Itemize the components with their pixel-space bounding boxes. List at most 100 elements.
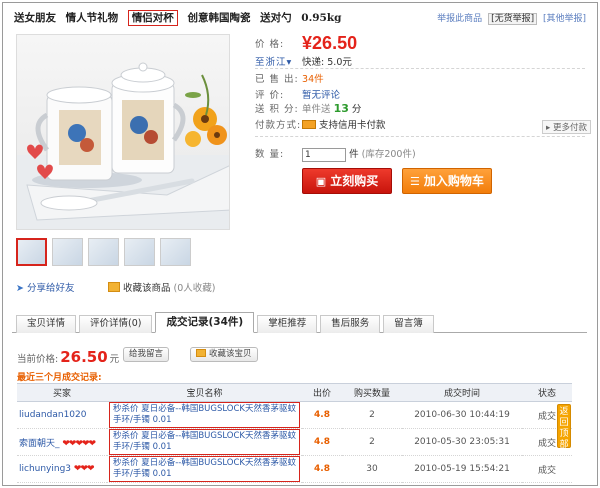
current-price: 当前价格: 26.50 元 [17, 348, 119, 366]
divider [255, 136, 585, 137]
collect-item-label: 收藏该宝贝 [209, 349, 252, 359]
back-to-top-button[interactable]: 返回顶部 [557, 404, 571, 450]
tab-recommend[interactable]: 掌柜推荐 [257, 315, 318, 333]
buy-now-label: 立刻购买 [330, 174, 379, 188]
cart-icon: ▣ [315, 175, 327, 188]
collect-count: (0人收藏) [173, 283, 216, 294]
table-row: 索面朝天_ ❤❤❤❤❤ 秒杀价 夏日必备--韩国BUGSLOCK天然香茅驱蚊手环… [17, 428, 572, 456]
report-other-link[interactable]: [其他举报] [543, 14, 586, 24]
quantity-label: 数 量: [255, 149, 285, 160]
table-row: liudandan1020 秒杀价 夏日必备--韩国BUGSLOCK天然香茅驱蚊… [17, 401, 572, 429]
collect-item-button[interactable]: 收藏该宝贝 [190, 347, 258, 362]
transaction-table: 买家 宝贝名称 出价 购买数量 成交时间 状态 liudandan1020 秒杀… [17, 383, 572, 483]
mug-illustration [17, 62, 229, 229]
basket-icon: ☰ [410, 175, 420, 188]
rating-value[interactable]: 暂无评论 [302, 90, 340, 101]
buyer-name[interactable]: 索面朝天_ [19, 439, 60, 449]
star-icon [196, 349, 206, 357]
buy-quantity: 2 [342, 401, 402, 429]
product-link[interactable]: 秒杀价 夏日必备--韩国BUGSLOCK天然香茅驱蚊手环/手镯 0.01 [109, 429, 300, 455]
points-label: 送 积 分: [255, 104, 299, 115]
sold-label: 已 售 出: [255, 74, 299, 85]
quantity-unit: 件 [349, 149, 359, 160]
title-segment: 送对勺 [260, 12, 292, 24]
buyer-rank-icon: ❤❤❤❤❤ [62, 438, 96, 449]
share-icon: ➤ [16, 283, 24, 294]
add-to-cart-button[interactable]: ☰ 加入购物车 [402, 168, 492, 194]
product-title: 送女朋友 情人节礼物 情侣对杯 创意韩国陶瓷 送对勺 0.95kg [14, 10, 347, 26]
thumbnail-3[interactable] [88, 238, 119, 266]
stock-count: (库存200件) [361, 149, 416, 160]
title-highlight: 情侣对杯 [127, 10, 178, 26]
price-row: 价 格: ¥26.50 [255, 33, 357, 54]
ship-region-label: 至浙江 [255, 57, 287, 68]
buyer-name[interactable]: lichunying3 [19, 464, 71, 474]
thumbnail-strip [16, 238, 191, 266]
share-link[interactable]: ➤ 分享给好友 [16, 280, 74, 294]
chevron-down-icon: ▾ [286, 57, 293, 68]
payment-value: 支持信用卡付款 [319, 120, 386, 131]
deal-time: 2010-06-30 10:44:19 [402, 401, 522, 429]
contact-seller-button[interactable]: 给我留言 [123, 347, 170, 362]
detail-tabs: 宝贝详情 评价详情(0) 成交记录(34件) 掌柜推荐 售后服务 留言簿 [12, 312, 587, 333]
collect-label: 收藏该商品 [123, 283, 171, 294]
shipping-row: 至浙江▾ 快递: 5.0元 [255, 54, 352, 68]
main-product-image[interactable] [16, 34, 230, 230]
sold-row: 已 售 出: 34件 [255, 71, 324, 85]
recent-records-title: 最近三个月成交记录: [17, 373, 102, 383]
title-segment: 创意韩国陶瓷 [187, 12, 251, 24]
report-links: 举报此商品 [无货举报] [其他举报] [434, 11, 586, 25]
buy-quantity: 30 [342, 455, 402, 483]
ship-region-select[interactable]: 至浙江▾ [255, 54, 299, 68]
tab-details[interactable]: 宝贝详情 [16, 315, 77, 333]
deal-time: 2010-05-19 15:54:21 [402, 455, 522, 483]
title-weight: 0.95kg [301, 12, 342, 24]
credit-card-icon [302, 120, 317, 129]
price-label: 价 格: [255, 39, 285, 50]
title-segment: 情人节礼物 [65, 12, 119, 24]
buyer-name[interactable]: liudandan1020 [19, 410, 86, 420]
ship-fee: 快递: 5.0元 [302, 57, 352, 68]
buy-quantity: 2 [342, 428, 402, 456]
payment-label: 付款方式: [255, 120, 302, 131]
thumbnail-2[interactable] [52, 238, 83, 266]
col-bid: 出价 [302, 383, 342, 402]
bid-price: 4.8 [302, 455, 342, 483]
current-price-value: 26.50 [60, 348, 108, 366]
col-buyer: 买家 [17, 383, 107, 402]
quantity-row: 数 量: 1 件 (库存200件) [255, 146, 416, 162]
bid-price: 4.8 [302, 401, 342, 429]
report-out-of-stock-button[interactable]: [无货举报] [488, 13, 538, 25]
points-row: 送 积 分: 单件送 13 分 [255, 101, 361, 115]
more-payment-button[interactable]: ▸ 更多付款 [542, 120, 591, 134]
col-time: 成交时间 [402, 383, 522, 402]
product-link[interactable]: 秒杀价 夏日必备--韩国BUGSLOCK天然香茅驱蚊手环/手镯 0.01 [109, 456, 300, 482]
table-row: lichunying3 ❤❤❤ 秒杀价 夏日必备--韩国BUGSLOCK天然香茅… [17, 455, 572, 483]
col-product: 宝贝名称 [107, 383, 302, 402]
title-segment: 送女朋友 [14, 12, 56, 24]
sold-value: 34件 [302, 74, 324, 85]
deal-status: 成交 [522, 455, 572, 483]
product-link[interactable]: 秒杀价 夏日必备--韩国BUGSLOCK天然香茅驱蚊手环/手镯 0.01 [109, 402, 300, 428]
thumbnail-4[interactable] [124, 238, 155, 266]
points-unit: 分 [351, 104, 362, 115]
thumbnail-1[interactable] [16, 238, 47, 266]
rating-label: 评 价: [255, 90, 285, 101]
points-value: 13 [333, 102, 349, 115]
thumbnail-5[interactable] [160, 238, 191, 266]
report-label: 举报此商品 [437, 14, 483, 24]
bid-price: 4.8 [302, 428, 342, 456]
divider [255, 68, 585, 69]
deal-time: 2010-05-30 23:05:31 [402, 428, 522, 456]
add-to-cart-label: 加入购物车 [423, 174, 484, 188]
tab-transactions[interactable]: 成交记录(34件) [155, 312, 255, 333]
buy-now-button[interactable]: ▣ 立刻购买 [302, 168, 392, 194]
tab-guestbook[interactable]: 留言簿 [383, 315, 434, 333]
payment-row: 付款方式: 支持信用卡付款 [255, 117, 386, 131]
col-status: 状态 [522, 383, 572, 402]
tab-reviews[interactable]: 评价详情(0) [79, 315, 153, 333]
tab-after-sales[interactable]: 售后服务 [320, 315, 381, 333]
points-prefix: 单件送 [302, 104, 331, 115]
collect-product-link[interactable]: 收藏该商品 (0人收藏) [108, 280, 215, 294]
quantity-input[interactable]: 1 [302, 147, 347, 162]
